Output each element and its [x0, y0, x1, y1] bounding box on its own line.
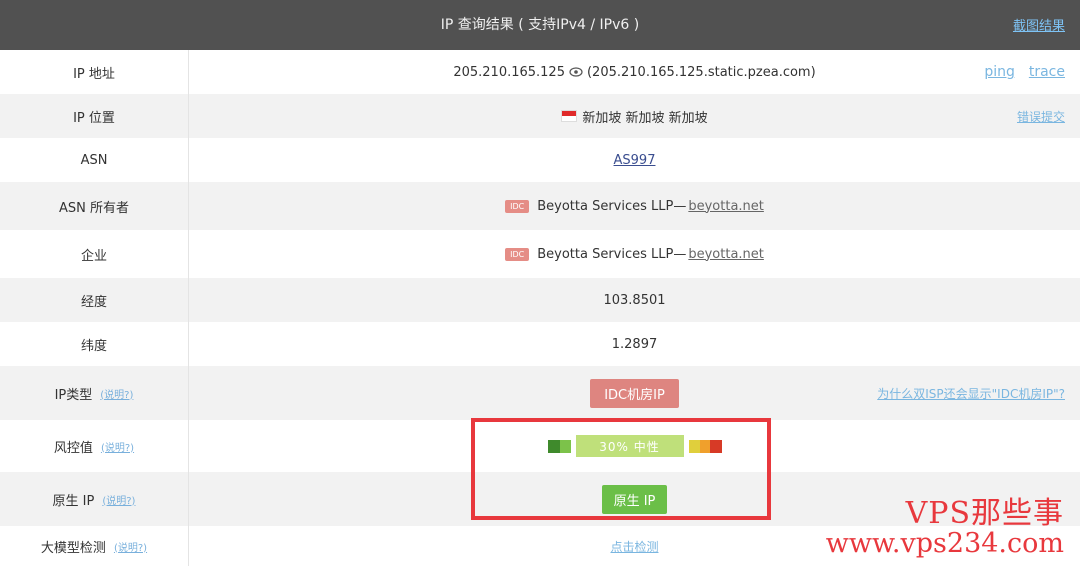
asn-owner-domain-link[interactable]: beyotta.net [688, 199, 764, 214]
location-value: 新加坡 新加坡 新加坡 [582, 110, 708, 126]
ip-type-tools: 为什么双ISP还会显示"IDC机房IP"? [877, 366, 1065, 420]
asn-owner-name: Beyotta Services LLP— [537, 198, 687, 214]
row-company: 企业 IDC Beyotta Services LLP— beyotta.net [0, 230, 1080, 278]
ip-type-help-link[interactable]: (说明?) [100, 386, 133, 401]
native-ip-badge: 原生 IP [601, 484, 668, 514]
latitude-label: 纬度 [0, 322, 189, 366]
risk-label: 风控值 [53, 440, 93, 456]
singapore-flag-icon [561, 110, 578, 122]
trace-link[interactable]: trace [1029, 64, 1065, 80]
longitude-value: 103.8501 [603, 292, 666, 308]
watermark-url: www.vps234.com [825, 527, 1064, 559]
risk-seg-high [699, 439, 710, 453]
llm-help-link[interactable]: (说明?) [114, 539, 147, 554]
row-latitude: 纬度 1.2897 [0, 322, 1080, 366]
ping-link[interactable]: ping [984, 64, 1015, 80]
risk-value: 30% 中性 [189, 420, 1080, 472]
ip-type-label: IP类型 [54, 387, 93, 403]
risk-meter: 30% 中性 [547, 435, 722, 457]
company-label: 企业 [0, 230, 189, 278]
risk-help-link[interactable]: (说明?) [101, 439, 134, 454]
screenshot-link[interactable]: 截图结果 [1013, 15, 1065, 34]
watermark: VPS那些事 www.vps234.com [826, 498, 1064, 558]
asn-owner-value: IDC Beyotta Services LLP— beyotta.net [189, 182, 1080, 230]
header-title: IP 查询结果 ( 支持IPv4 / IPv6 ) [440, 17, 640, 33]
company-name: Beyotta Services LLP— [537, 246, 687, 262]
why-idc-link[interactable]: 为什么双ISP还会显示"IDC机房IP"? [877, 385, 1065, 402]
native-help-link[interactable]: (说明?) [102, 492, 135, 507]
longitude-label: 经度 [0, 278, 189, 322]
company-value: IDC Beyotta Services LLP— beyotta.net [189, 230, 1080, 278]
ip-hostname: (205.210.165.125.static.pzea.com) [586, 64, 816, 80]
row-ip-type: IP类型 (说明?) IDC机房IP 为什么双ISP还会显示"IDC机房IP"? [0, 366, 1080, 420]
risk-seg-very-low [547, 439, 560, 453]
idc-badge: IDC [505, 199, 530, 213]
asn-link[interactable]: AS997 [614, 153, 656, 168]
ip-value: 205.210.165.125 (205.210.165.125.static.… [189, 50, 1080, 94]
llm-label-cell: 大模型检测 (说明?) [0, 526, 189, 566]
idc-badge: IDC [505, 247, 530, 261]
ip-label: IP 地址 [0, 50, 189, 94]
ip-tools: ping trace [984, 50, 1065, 94]
click-detect-link[interactable]: 点击检测 [610, 538, 658, 555]
report-error-link[interactable]: 错误提交 [1017, 108, 1065, 125]
risk-seg-very-high [709, 439, 722, 453]
row-ip-location: IP 位置 新加坡 新加坡 新加坡 错误提交 [0, 94, 1080, 138]
llm-label: 大模型检测 [40, 540, 106, 556]
row-asn: ASN AS997 [0, 138, 1080, 182]
location-value-cell: 新加坡 新加坡 新加坡 [189, 94, 1080, 138]
location-label: IP 位置 [0, 94, 189, 138]
risk-bar: 30% 中性 [575, 435, 684, 457]
company-domain-link[interactable]: beyotta.net [688, 247, 764, 262]
row-asn-owner: ASN 所有者 IDC Beyotta Services LLP— beyott… [0, 182, 1080, 230]
ip-type-label-cell: IP类型 (说明?) [0, 366, 189, 420]
risk-label-cell: 风控值 (说明?) [0, 420, 189, 472]
asn-label: ASN [0, 138, 189, 182]
row-longitude: 经度 103.8501 [0, 278, 1080, 322]
ip-address: 205.210.165.125 [453, 64, 565, 80]
row-ip-address: IP 地址 205.210.165.125 (205.210.165.125.s… [0, 50, 1080, 94]
native-label-cell: 原生 IP (说明?) [0, 472, 189, 526]
asn-value-cell: AS997 [189, 138, 1080, 182]
native-label: 原生 IP [52, 493, 95, 509]
eye-icon[interactable] [569, 65, 583, 79]
risk-seg-low [559, 439, 571, 453]
location-tools: 错误提交 [1017, 94, 1065, 138]
watermark-title: VPS那些事 [905, 496, 1064, 532]
row-risk-score: 风控值 (说明?) 30% 中性 [0, 420, 1080, 472]
latitude-value: 1.2897 [611, 336, 658, 352]
risk-seg-elevated [688, 439, 700, 453]
idc-ip-badge: IDC机房IP [590, 378, 679, 408]
asn-owner-label: ASN 所有者 [0, 182, 189, 230]
result-header: IP 查询结果 ( 支持IPv4 / IPv6 ) 截图结果 [0, 0, 1080, 50]
